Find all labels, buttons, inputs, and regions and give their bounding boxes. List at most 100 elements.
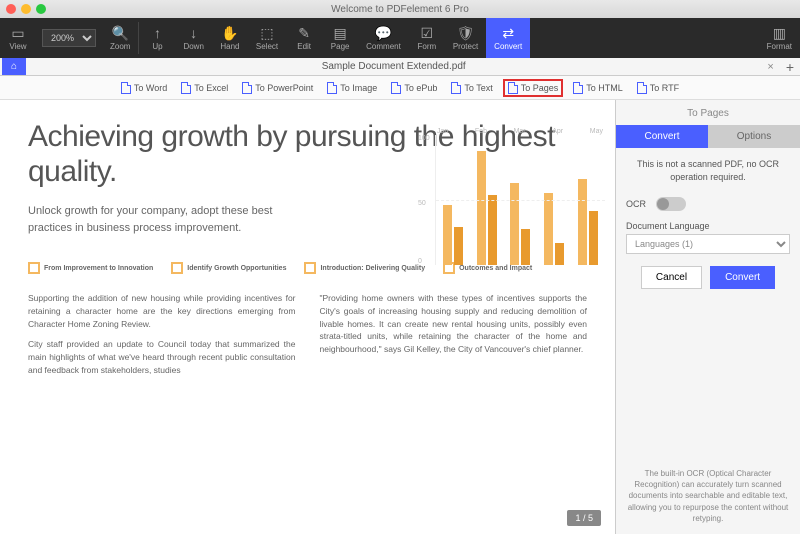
- side-panel-footer: The built-in OCR (Optical Character Reco…: [616, 458, 800, 534]
- side-panel: To Pages Convert Options This is not a s…: [615, 100, 800, 534]
- edit-icon: ✎: [298, 26, 310, 40]
- home-tab[interactable]: ⌂: [2, 58, 26, 75]
- zoom-control[interactable]: 200%: [36, 18, 102, 58]
- down-icon: ↓: [190, 26, 197, 40]
- convert-icon: ⇄: [502, 26, 514, 40]
- titlebar: Welcome to PDFelement 6 Pro: [0, 0, 800, 18]
- up-button[interactable]: ↑Up: [139, 18, 175, 58]
- window-title: Welcome to PDFelement 6 Pro: [331, 4, 469, 15]
- column-right: "Providing home owners with these types …: [320, 292, 588, 385]
- tab-convert[interactable]: Convert: [616, 125, 708, 148]
- select-icon: ⬚: [260, 26, 273, 40]
- bar-pair: [544, 193, 564, 265]
- form-button[interactable]: ☑Form: [409, 18, 445, 58]
- protect-icon: 🛡: [457, 26, 475, 40]
- bar-light: [544, 193, 553, 265]
- bar-dark: [555, 243, 564, 265]
- ocr-message: This is not a scanned PDF, no OCR operat…: [626, 158, 790, 183]
- bar-dark: [488, 195, 497, 265]
- minimize-window-icon[interactable]: [21, 4, 31, 14]
- file-icon: [391, 82, 401, 94]
- ocr-toggle[interactable]: [656, 197, 686, 211]
- convert-action-button[interactable]: Convert: [710, 266, 775, 289]
- up-icon: ↑: [154, 26, 161, 40]
- side-panel-buttons: Cancel Convert: [626, 266, 790, 289]
- page-button[interactable]: ▤Page: [322, 18, 358, 58]
- page-icon: ▤: [334, 26, 347, 40]
- chart-bars: 100 50 0: [435, 135, 605, 265]
- file-icon: [242, 82, 252, 94]
- page-indicator[interactable]: 1 / 5: [567, 510, 601, 526]
- column-left: Supporting the addition of new housing w…: [28, 292, 296, 385]
- document-view[interactable]: Achieving growth by pursuing the highest…: [0, 100, 615, 534]
- window-controls: [6, 4, 46, 14]
- edit-button[interactable]: ✎Edit: [286, 18, 322, 58]
- file-icon: [121, 82, 131, 94]
- mini-bar-chart: Jan Feb Mar Apr May 100 50 0: [435, 128, 605, 278]
- to-html-button[interactable]: To HTML: [569, 80, 627, 96]
- zoom-window-icon[interactable]: [36, 4, 46, 14]
- file-icon: [573, 82, 583, 94]
- file-icon: [637, 82, 647, 94]
- add-tab-icon[interactable]: +: [780, 59, 800, 75]
- bar-light: [477, 151, 486, 265]
- to-rtf-button[interactable]: To RTF: [633, 80, 683, 96]
- bar-dark: [589, 211, 598, 265]
- protect-button[interactable]: 🛡Protect: [445, 18, 486, 58]
- to-powerpoint-button[interactable]: To PowerPoint: [238, 80, 317, 96]
- body-para: Supporting the addition of new housing w…: [28, 292, 296, 330]
- file-icon: [451, 82, 461, 94]
- bar-light: [510, 183, 519, 265]
- to-epub-button[interactable]: To ePub: [387, 80, 441, 96]
- language-label: Document Language: [626, 221, 790, 231]
- bar-light: [578, 179, 587, 265]
- chart-months: Jan Feb Mar Apr May: [435, 128, 605, 135]
- close-window-icon[interactable]: [6, 4, 16, 14]
- language-select[interactable]: Languages (1): [626, 234, 790, 254]
- tab-options[interactable]: Options: [708, 125, 800, 148]
- hand-icon: ✋: [221, 26, 238, 40]
- format-icon: ▥: [773, 26, 786, 40]
- comment-button[interactable]: 💬Comment: [358, 18, 409, 58]
- convert-button[interactable]: ⇄Convert: [486, 18, 530, 58]
- file-icon: [327, 82, 337, 94]
- square-icon: [304, 262, 316, 274]
- section-3: Introduction: Delivering Quality: [304, 262, 425, 274]
- to-word-button[interactable]: To Word: [117, 80, 171, 96]
- file-icon: [181, 82, 191, 94]
- to-excel-button[interactable]: To Excel: [177, 80, 232, 96]
- zoom-select[interactable]: 200%: [42, 29, 96, 47]
- to-text-button[interactable]: To Text: [447, 80, 496, 96]
- bar-pair: [578, 179, 598, 265]
- cancel-button[interactable]: Cancel: [641, 266, 702, 289]
- form-icon: ☑: [421, 26, 434, 40]
- comment-icon: 💬: [375, 26, 392, 40]
- bar-dark: [454, 227, 463, 265]
- square-icon: [28, 262, 40, 274]
- select-button[interactable]: ⬚Select: [248, 18, 286, 58]
- bar-light: [443, 205, 452, 265]
- to-pages-button[interactable]: To Pages: [503, 79, 564, 97]
- home-icon: ⌂: [11, 61, 17, 72]
- body-columns: Supporting the addition of new housing w…: [28, 292, 587, 385]
- ocr-label: OCR: [626, 199, 646, 209]
- side-panel-body: This is not a scanned PDF, no OCR operat…: [616, 148, 800, 299]
- side-panel-title: To Pages: [616, 100, 800, 125]
- hand-button[interactable]: ✋Hand: [212, 18, 248, 58]
- close-tab-icon[interactable]: ×: [761, 61, 779, 73]
- file-icon: [508, 82, 518, 94]
- zoom-button[interactable]: 🔍Zoom: [102, 18, 138, 58]
- document-tab[interactable]: Sample Document Extended.pdf: [26, 61, 761, 72]
- down-button[interactable]: ↓Down: [175, 18, 211, 58]
- ocr-row: OCR: [626, 197, 790, 211]
- side-panel-tabs: Convert Options: [616, 125, 800, 148]
- bar-pair: [510, 183, 530, 265]
- to-image-button[interactable]: To Image: [323, 80, 381, 96]
- view-button[interactable]: ▭View: [0, 18, 36, 58]
- body-para: City staff provided an update to Council…: [28, 338, 296, 376]
- format-button[interactable]: ▥Format: [759, 18, 800, 58]
- body-para: "Providing home owners with these types …: [320, 292, 588, 356]
- main-area: Achieving growth by pursuing the highest…: [0, 100, 800, 534]
- tab-bar: ⌂ Sample Document Extended.pdf × +: [0, 58, 800, 76]
- bar-pair: [477, 151, 497, 265]
